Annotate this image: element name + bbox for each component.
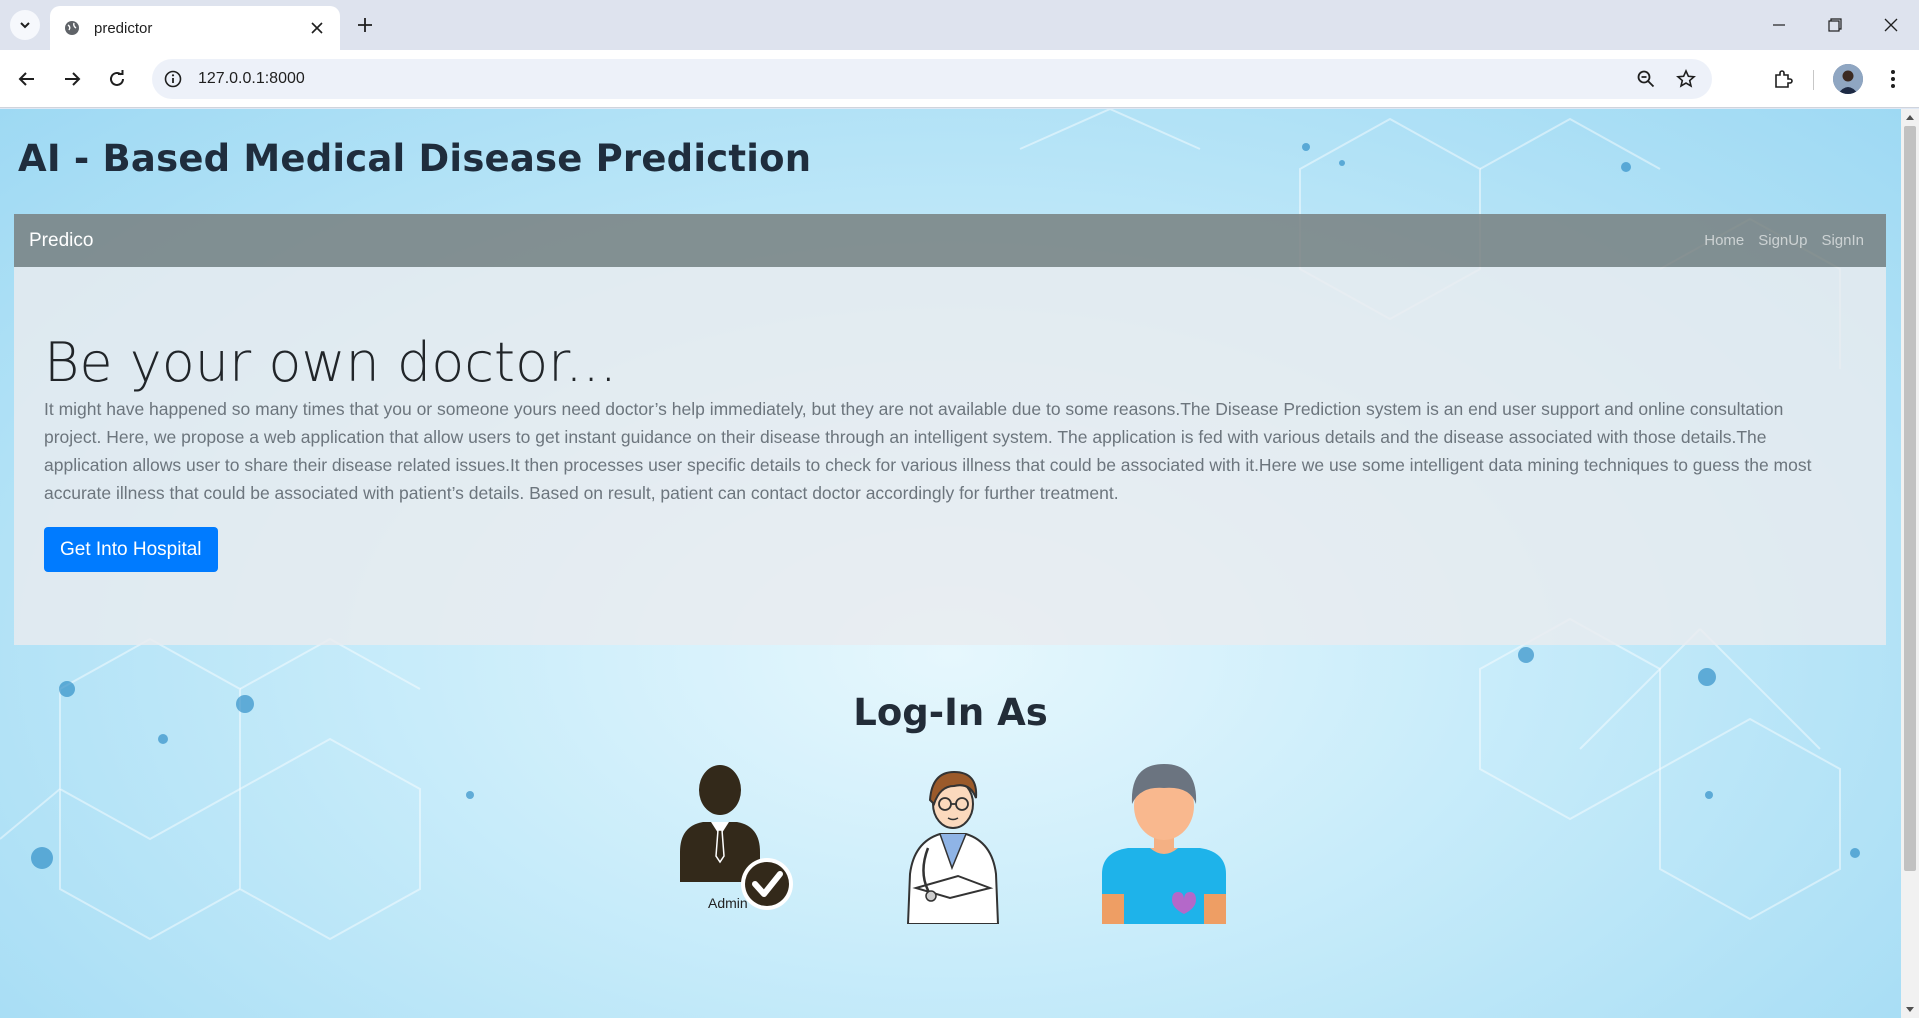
more-vertical-icon	[1891, 70, 1895, 88]
arrow-right-icon	[65, 72, 81, 86]
address-bar[interactable]: 127.0.0.1:8000	[152, 59, 1712, 99]
site-info-icon[interactable]	[162, 68, 184, 90]
browser-tab-bar: predictor	[0, 0, 1919, 50]
reload-button[interactable]	[102, 64, 132, 94]
jumbotron-heading: Be your own doctor...	[44, 331, 617, 394]
restore-button[interactable]	[1807, 0, 1863, 50]
globe-icon	[65, 21, 79, 35]
puzzle-icon	[1775, 70, 1793, 88]
doctor-icon	[906, 770, 1000, 925]
close-tab-icon[interactable]	[308, 19, 326, 37]
site-title: AI - Based Medical Disease Prediction	[18, 137, 812, 180]
tab-search-button[interactable]	[10, 10, 40, 40]
svg-text:Admin: Admin	[708, 895, 748, 911]
extensions-button[interactable]	[1768, 64, 1798, 94]
close-window-button[interactable]	[1863, 0, 1919, 50]
navbar-brand[interactable]: Predico	[29, 230, 93, 252]
close-icon	[1884, 18, 1898, 32]
login-heading: Log-In As	[853, 691, 1048, 734]
forward-button[interactable]	[57, 64, 87, 94]
nav-links: Home SignUp SignIn	[1697, 232, 1871, 249]
tab-title: predictor	[94, 19, 153, 37]
jumbotron-description: It might have happened so many times tha…	[44, 399, 1812, 503]
url-text[interactable]: 127.0.0.1:8000	[198, 70, 1632, 88]
profile-icon	[1833, 64, 1863, 94]
scroll-thumb[interactable]	[1904, 126, 1916, 871]
browser-tab[interactable]: predictor	[50, 6, 340, 50]
get-into-hospital-button[interactable]: Get Into Hospital	[44, 527, 218, 572]
restore-icon	[1828, 18, 1842, 32]
page-viewport: AI - Based Medical Disease Prediction Pr…	[0, 109, 1901, 1018]
scroll-down-arrow-icon[interactable]	[1901, 1002, 1919, 1018]
admin-login-option[interactable]: Admin	[675, 764, 795, 914]
jumbotron: Be your own doctor... It might have happ…	[14, 267, 1886, 645]
zoom-icon[interactable]	[1632, 65, 1660, 93]
arrow-left-icon	[18, 72, 34, 86]
back-button[interactable]	[12, 64, 42, 94]
scroll-up-arrow-icon[interactable]	[1901, 109, 1919, 125]
navbar: Predico Home SignUp SignIn	[14, 214, 1886, 267]
minimize-icon	[1773, 24, 1785, 26]
nav-link-signup[interactable]: SignUp	[1751, 232, 1814, 249]
patient-login-option[interactable]	[1100, 764, 1230, 924]
patient-icon	[1102, 764, 1226, 924]
minimize-button[interactable]	[1751, 0, 1807, 50]
admin-icon: Admin	[680, 765, 793, 911]
new-tab-button[interactable]	[352, 12, 378, 38]
profile-avatar[interactable]	[1833, 64, 1863, 94]
nav-link-home[interactable]: Home	[1697, 232, 1751, 249]
nav-link-signin[interactable]: SignIn	[1814, 232, 1871, 249]
page-scrollbar[interactable]	[1901, 109, 1919, 1018]
plus-icon	[358, 18, 372, 32]
browser-toolbar: 127.0.0.1:8000	[0, 50, 1919, 108]
toolbar-divider	[1813, 70, 1814, 90]
reload-icon	[110, 70, 124, 86]
bookmark-star-icon[interactable]	[1672, 65, 1700, 93]
doctor-login-option[interactable]	[888, 764, 1018, 925]
browser-menu-button[interactable]	[1878, 64, 1908, 94]
chevron-down-icon	[20, 22, 30, 29]
